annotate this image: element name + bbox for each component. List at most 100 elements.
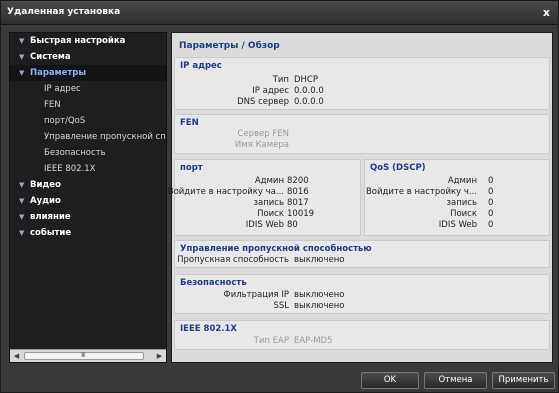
field-row: IDIS Web 80 (175, 220, 362, 231)
field-value: 80 (287, 220, 298, 230)
section-fen: FEN Сервер FEN Имя Камера (174, 114, 550, 154)
field-label: Фильтрация IP (223, 290, 289, 300)
field-label: запись (446, 198, 478, 208)
tree-node-audio[interactable]: ▼ Аудио (10, 193, 166, 209)
field-row: Поиск 10019 (175, 209, 362, 220)
remote-setup-window: Удаленная установка x ▼ Быстрая настройка… (0, 0, 559, 393)
field-value: 0 (488, 187, 494, 197)
field-value: 8017 (287, 198, 309, 208)
section-heading: порт (180, 163, 203, 173)
tree-node-label: Система (30, 52, 71, 62)
tree-item-ieee-8021x[interactable]: IEEE 802.1X (10, 161, 166, 177)
tree-item-bandwidth-control[interactable]: Управление пропускной спос (10, 129, 166, 145)
cancel-button[interactable]: Отмена (424, 372, 487, 389)
field-value: 8200 (287, 176, 309, 186)
field-value: выключено (294, 290, 345, 300)
field-row: Админ 0 (365, 176, 551, 187)
field-label: запись (253, 198, 285, 208)
field-row: Поиск 0 (365, 209, 551, 220)
field-value: DHCP (294, 75, 318, 85)
field-label: IDIS Web (438, 220, 477, 230)
field-row: Тип EAP EAP-MD5 (175, 336, 551, 347)
field-row: IDIS Web 0 (365, 220, 551, 231)
scrollbar-grip: III (81, 351, 85, 359)
field-row: Войдите в настройку ча... 8016 (168, 187, 362, 198)
field-row: DNS сервер 0.0.0.0 (175, 97, 551, 108)
tree-item-port-qos[interactable]: порт/QoS (10, 113, 166, 129)
tree-node-label: Аудио (30, 196, 61, 206)
field-row: Имя Камера (175, 140, 551, 151)
field-row: Пропускная способность выключено (175, 255, 551, 266)
horizontal-scrollbar[interactable]: ◀ III ▶ (10, 349, 166, 362)
ok-button[interactable]: OK (361, 372, 419, 389)
field-row: Войдите в настройку ч... 0 (365, 187, 551, 198)
field-label: IDIS Web (245, 220, 284, 230)
apply-button[interactable]: Применить (492, 372, 555, 389)
field-row: Фильтрация IP выключено (175, 290, 551, 301)
tree-item-security[interactable]: Безопасность (10, 145, 166, 161)
section-security: Безопасность Фильтрация IP выключено SSL в… (174, 274, 550, 314)
section-heading: Безопасность (180, 278, 247, 288)
section-port: порт Админ 8200 Войдите в настройку ча...… (168, 159, 362, 236)
section-qos-dscp: QoS (DSCP) Админ 0 Войдите в настройку ч.… (364, 159, 550, 236)
tree-node-influence[interactable]: ▼ влияние (10, 209, 166, 225)
field-row: SSL выключено (175, 301, 551, 312)
expand-triangle-icon: ▼ (19, 229, 25, 237)
scroll-left-arrow-icon[interactable]: ◀ (11, 351, 22, 361)
field-row: Админ 8200 (175, 176, 362, 187)
expand-triangle-icon: ▼ (19, 53, 25, 61)
field-row: IP адрес 0.0.0.0 (175, 86, 551, 97)
tree-node-label: событие (30, 228, 72, 238)
field-value: 8016 (287, 187, 309, 197)
tree-node-label: Видео (30, 180, 61, 190)
field-label: Войдите в настройку ч... (365, 187, 477, 197)
tree-node-parameters[interactable]: ▼ Параметры (10, 65, 166, 81)
tree-node-quick-setup[interactable]: ▼ Быстрая настройка (10, 33, 166, 49)
expand-triangle-icon: ▼ (19, 197, 25, 205)
field-value: 0 (488, 220, 494, 230)
field-row: запись 0 (365, 198, 551, 209)
title-bar: Удаленная установка x (1, 1, 558, 25)
expand-triangle-icon: ▼ (19, 213, 25, 221)
tree-item-fen[interactable]: FEN (10, 97, 166, 113)
field-row: Тип DHCP (175, 75, 551, 86)
tree-item-ip-address[interactable]: IP адрес (10, 81, 166, 97)
settings-tree-panel: ▼ Быстрая настройка ▼ Система ▼ Параметры I… (9, 32, 167, 363)
section-heading: FEN (180, 118, 199, 128)
tree-node-event[interactable]: ▼ событие (10, 225, 166, 241)
settings-tree: ▼ Быстрая настройка ▼ Система ▼ Параметры I… (10, 33, 166, 349)
tree-node-video[interactable]: ▼ Видео (10, 177, 166, 193)
field-value: 0 (488, 198, 494, 208)
field-row: запись 8017 (175, 198, 362, 209)
collapse-triangle-icon: ▼ (19, 69, 25, 77)
section-heading: Управление пропускной способностью (180, 244, 372, 254)
overview-panel: Параметры / Обзор IP адрес Тип DHCP IP ад… (168, 32, 553, 363)
field-label: IP адрес (252, 86, 289, 96)
field-label: Сервер FEN (237, 129, 289, 139)
field-value: 0 (488, 209, 494, 219)
section-ieee-8021x: IEEE 802.1X Тип EAP EAP-MD5 (174, 320, 550, 350)
field-row: Сервер FEN (175, 129, 551, 140)
expand-triangle-icon: ▼ (19, 37, 25, 45)
field-value: выключено (294, 255, 345, 265)
field-label: DNS сервер (237, 97, 289, 107)
field-label: Пропускная способность (177, 255, 289, 265)
scroll-right-arrow-icon[interactable]: ▶ (154, 351, 165, 361)
section-heading: IEEE 802.1X (180, 324, 237, 334)
field-label: Админ (254, 176, 284, 186)
field-label: Поиск (257, 209, 284, 219)
field-value: 0.0.0.0 (294, 86, 324, 96)
dialog-button-bar: OK Отмена Применить (1, 369, 558, 393)
close-icon[interactable]: x (543, 6, 550, 19)
field-value: выключено (294, 301, 345, 311)
section-ip-address: IP адрес Тип DHCP IP адрес 0.0.0.0 DNS сер… (174, 57, 550, 110)
field-label: Войдите в настройку ча... (167, 187, 284, 197)
tree-node-label: Параметры (30, 68, 87, 78)
field-label: Тип (272, 75, 289, 85)
field-value: 0 (488, 176, 494, 186)
scrollbar-thumb[interactable]: III (24, 351, 144, 360)
field-value: 0.0.0.0 (294, 97, 324, 107)
field-label: Тип EAP (253, 336, 289, 346)
section-heading: QoS (DSCP) (370, 163, 426, 173)
tree-node-system[interactable]: ▼ Система (10, 49, 166, 65)
